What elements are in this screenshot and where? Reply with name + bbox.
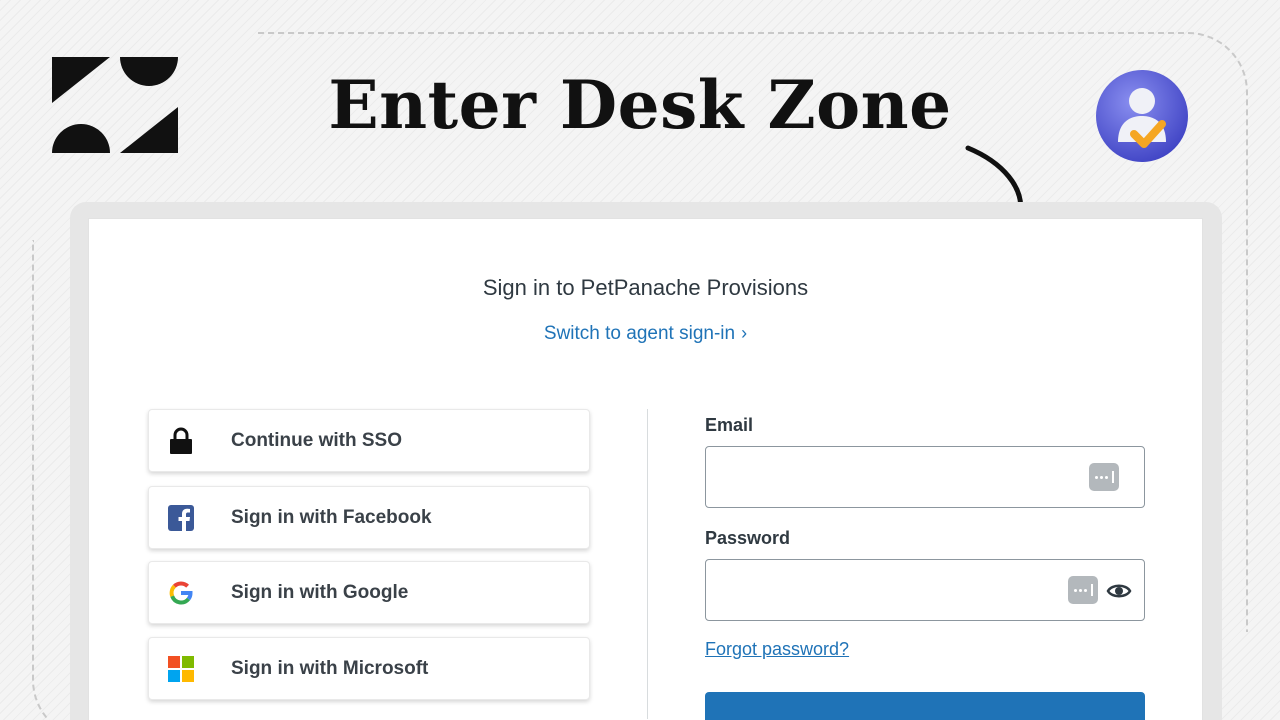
agent-sign-in-label: Switch to agent sign-in [543,323,736,344]
forgot-password-link[interactable]: Forgot password? [705,639,849,660]
microsoft-icon [167,655,195,683]
email-field[interactable] [718,447,1058,507]
password-field[interactable] [718,560,1058,620]
sso-button[interactable]: Continue with SSO [148,409,590,472]
email-field-box [705,446,1145,508]
agent-sign-in-link[interactable]: Switch to agent sign-in › [89,323,1202,345]
password-manager-icon[interactable] [1068,576,1098,604]
facebook-button-label: Sign in with Facebook [231,506,432,528]
eye-icon[interactable] [1106,578,1132,604]
sign-in-card: Sign in to PetPanache Provisions Switch … [88,218,1203,720]
password-manager-icon[interactable] [1089,463,1119,491]
facebook-button[interactable]: Sign in with Facebook [148,486,590,549]
lock-icon [167,427,195,455]
password-field-box [705,559,1145,621]
sso-button-label: Continue with SSO [231,429,402,451]
microsoft-button[interactable]: Sign in with Microsoft [148,637,590,700]
facebook-icon [167,504,195,532]
email-label: Email [705,415,754,435]
google-button-label: Sign in with Google [231,581,409,603]
sign-in-title: Sign in to PetPanache Provisions [482,275,809,300]
google-button[interactable]: Sign in with Google [148,561,590,624]
chevron-right-icon: › [741,323,748,343]
zendesk-logo-icon [52,57,178,153]
verified-user-icon [1096,70,1188,162]
microsoft-button-label: Sign in with Microsoft [231,657,429,679]
sign-in-button[interactable]: Sign in [705,692,1145,720]
google-icon [167,579,195,607]
password-label: Password [705,528,791,548]
page-headline: Enter Desk Zone [328,66,952,144]
column-divider [647,409,648,719]
